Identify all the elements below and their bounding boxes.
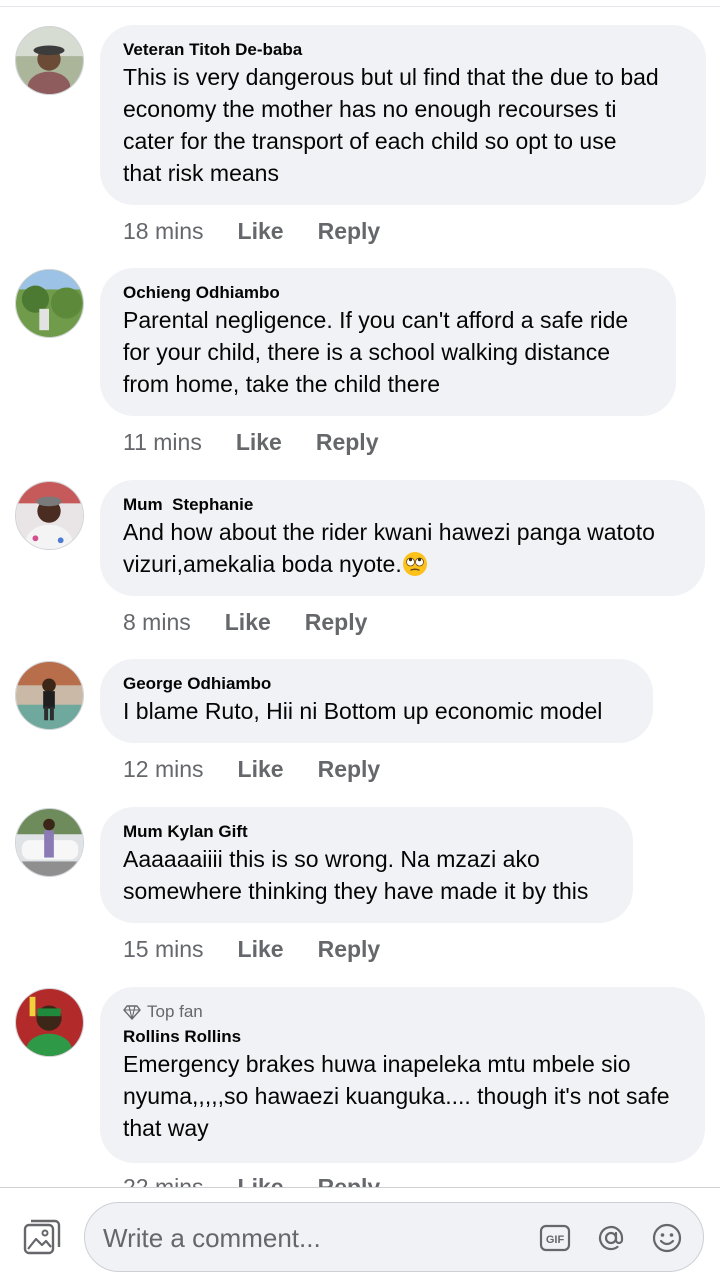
- avatar[interactable]: [15, 481, 84, 550]
- comments-list[interactable]: Veteran Titoh De-baba This is very dange…: [0, 0, 720, 1187]
- comment-author[interactable]: Mum Stephanie: [123, 494, 681, 516]
- comment-timestamp[interactable]: 8 mins: [123, 609, 191, 636]
- comment-text: Emergency brakes huwa inapeleka mtu mbel…: [123, 1051, 670, 1141]
- comment-actions: 18 mins Like Reply: [123, 218, 380, 245]
- comment-author[interactable]: Rollins Rollins: [123, 1026, 681, 1048]
- comment-input[interactable]: [103, 1216, 533, 1260]
- comment-author[interactable]: Veteran Titoh De-baba: [123, 39, 682, 61]
- comment-actions: 22 mins Like Reply: [123, 1174, 380, 1187]
- comment-bubble[interactable]: Top fan Rollins Rollins Emergency brakes…: [100, 987, 705, 1163]
- comment-author[interactable]: George Odhiambo: [123, 673, 629, 695]
- like-button[interactable]: Like: [238, 1174, 284, 1187]
- reply-button[interactable]: Reply: [305, 609, 368, 636]
- diamond-icon: [123, 1005, 141, 1020]
- comment-text: I blame Ruto, Hii ni Bottom up economic …: [123, 698, 603, 724]
- rolling-eyes-emoji-icon: [402, 552, 427, 576]
- comment-bubble[interactable]: Veteran Titoh De-baba This is very dange…: [100, 25, 706, 205]
- comment-bubble[interactable]: Mum Kylan Gift Aaaaaaiiii this is so wro…: [100, 807, 633, 923]
- comment-timestamp[interactable]: 15 mins: [123, 936, 204, 963]
- mention-icon[interactable]: [595, 1222, 627, 1254]
- comment-timestamp[interactable]: 18 mins: [123, 218, 204, 245]
- comment-input-wrapper[interactable]: GIF: [84, 1202, 704, 1272]
- like-button[interactable]: Like: [238, 218, 284, 245]
- gif-icon[interactable]: GIF: [539, 1222, 571, 1254]
- comment-text: This is very dangerous but ul find that …: [123, 64, 659, 186]
- avatar[interactable]: [15, 988, 84, 1057]
- comment-timestamp[interactable]: 22 mins: [123, 1174, 204, 1187]
- svg-text:GIF: GIF: [546, 1234, 565, 1246]
- reply-button[interactable]: Reply: [318, 1174, 381, 1187]
- comment-author[interactable]: Mum Kylan Gift: [123, 821, 609, 843]
- reply-button[interactable]: Reply: [318, 218, 381, 245]
- comment-composer: GIF: [0, 1187, 720, 1287]
- comment-actions: 15 mins Like Reply: [123, 936, 380, 963]
- comment-bubble[interactable]: Ochieng Odhiambo Parental negligence. If…: [100, 268, 676, 416]
- comment-actions: 8 mins Like Reply: [123, 609, 367, 636]
- comment-bubble[interactable]: Mum Stephanie And how about the rider kw…: [100, 480, 705, 596]
- comment-actions: 11 mins Like Reply: [123, 429, 379, 456]
- comment-actions: 12 mins Like Reply: [123, 756, 380, 783]
- like-button[interactable]: Like: [236, 429, 282, 456]
- like-button[interactable]: Like: [225, 609, 271, 636]
- top-fan-badge: Top fan: [123, 1000, 681, 1024]
- avatar[interactable]: [15, 661, 84, 730]
- comment-author[interactable]: Ochieng Odhiambo: [123, 282, 652, 304]
- like-button[interactable]: Like: [238, 756, 284, 783]
- reply-button[interactable]: Reply: [316, 429, 379, 456]
- comment-bubble[interactable]: George Odhiambo I blame Ruto, Hii ni Bot…: [100, 659, 653, 743]
- like-button[interactable]: Like: [238, 936, 284, 963]
- avatar[interactable]: [15, 808, 84, 877]
- avatar[interactable]: [15, 269, 84, 338]
- photo-icon[interactable]: [23, 1219, 61, 1257]
- comment-text: Aaaaaaiiii this is so wrong. Na mzazi ak…: [123, 846, 589, 904]
- emoji-icon[interactable]: [651, 1222, 683, 1254]
- comment-timestamp[interactable]: 11 mins: [123, 429, 202, 456]
- reply-button[interactable]: Reply: [318, 756, 381, 783]
- comment-text: And how about the rider kwani hawezi pan…: [123, 519, 655, 577]
- comment-text: Parental negligence. If you can't afford…: [123, 307, 629, 397]
- avatar[interactable]: [15, 26, 84, 95]
- reply-button[interactable]: Reply: [318, 936, 381, 963]
- comment-timestamp[interactable]: 12 mins: [123, 756, 204, 783]
